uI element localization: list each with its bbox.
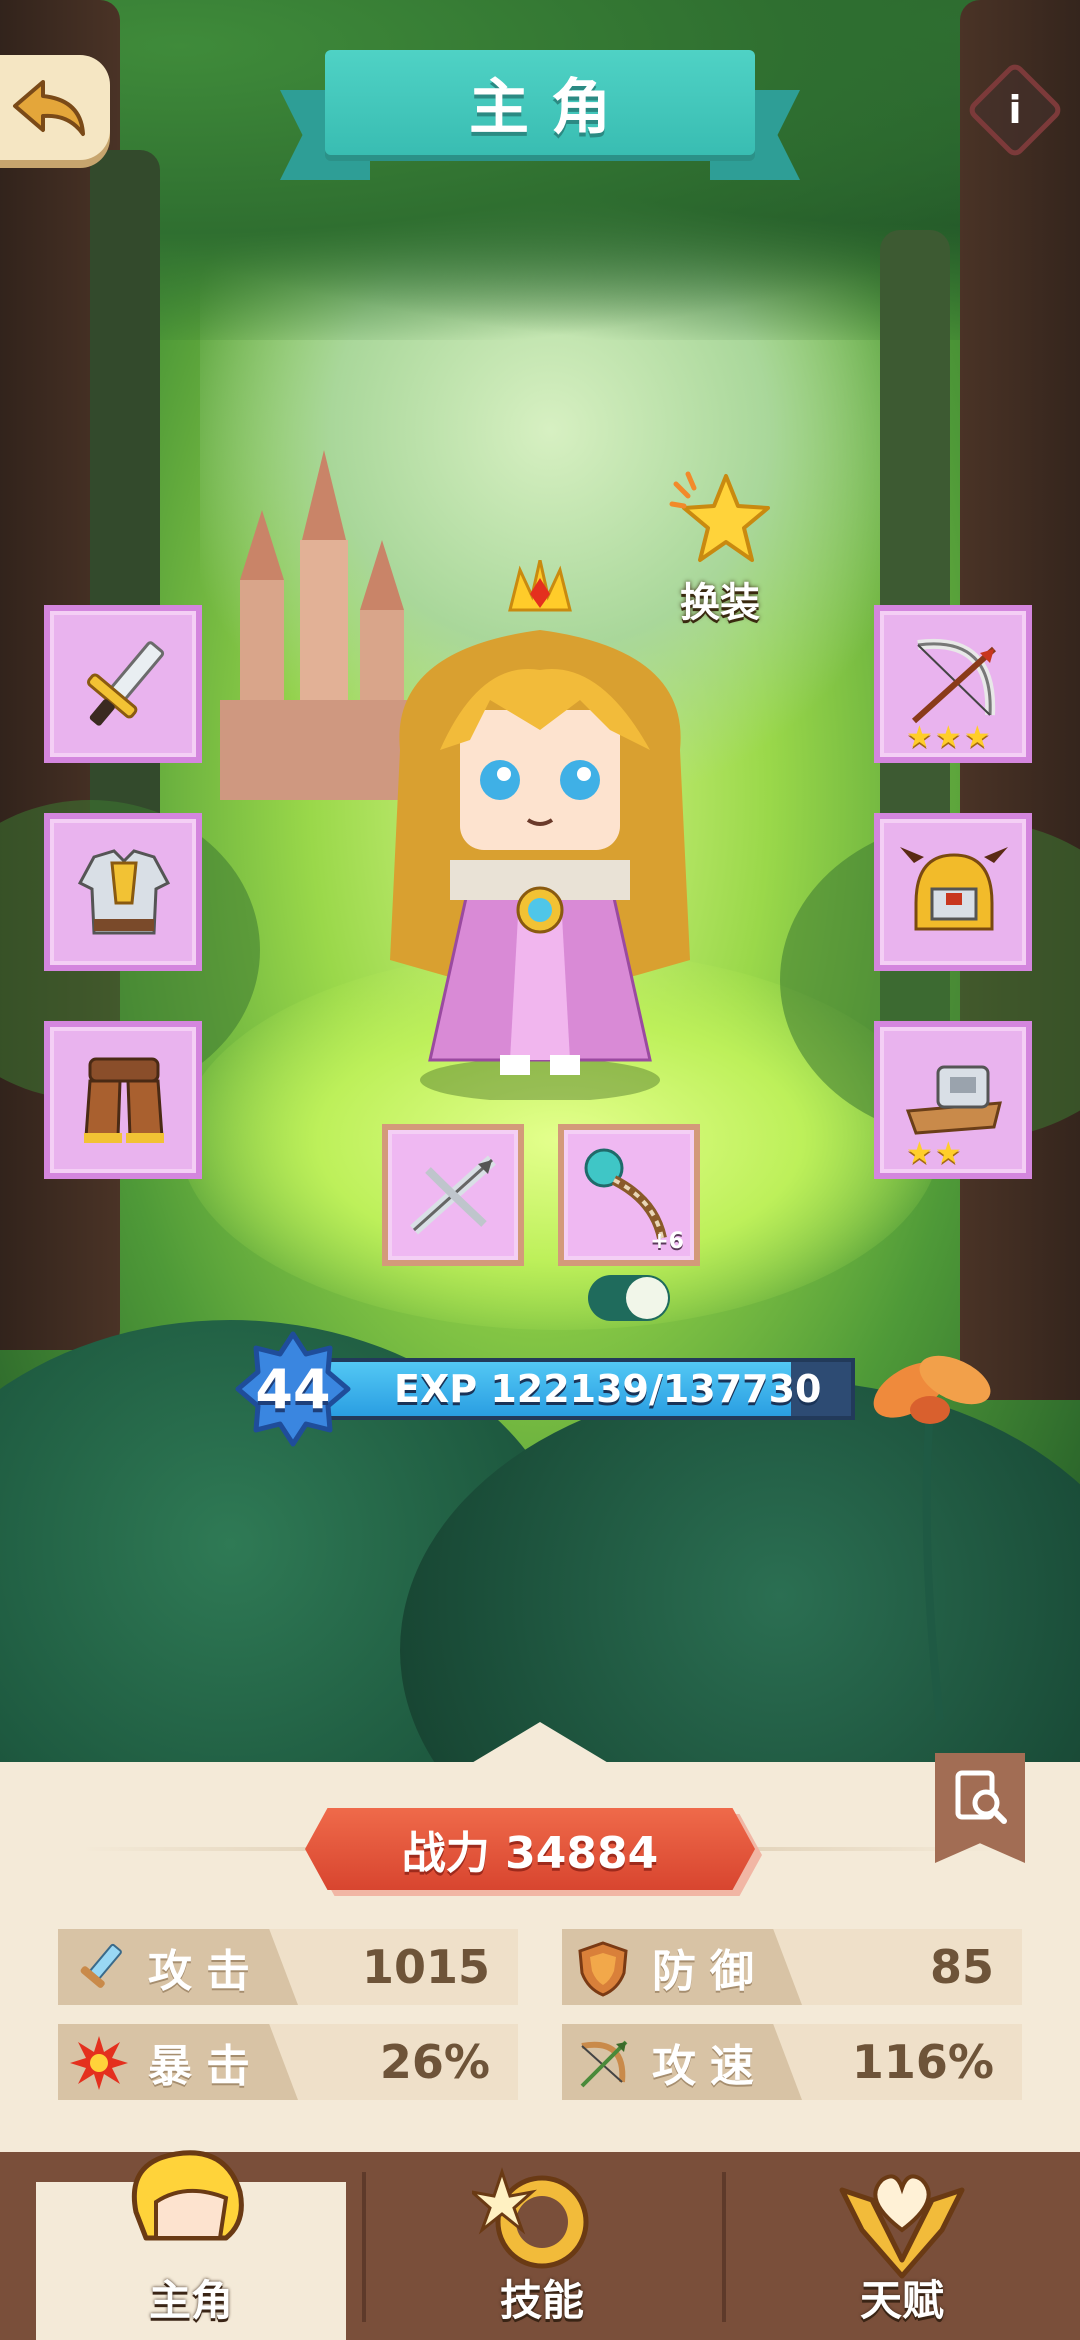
tab-label: 技能	[499, 2276, 584, 2325]
stat-name: 防御	[652, 1946, 768, 1997]
stat-defense: 防御 85	[562, 1929, 1022, 2005]
stat-critical: 暴击 26%	[58, 2024, 518, 2100]
bow-icon	[580, 2040, 628, 2088]
equip-slot-accessory[interactable]: ★ ★	[874, 1021, 1032, 1179]
tab-hero[interactable]: 主角	[36, 2150, 346, 2340]
stat-name: 暴击	[148, 2041, 264, 2092]
page-title: 主角	[469, 73, 633, 143]
stat-name: 攻击	[148, 1946, 264, 1997]
tab-label: 主角	[148, 2276, 233, 2325]
display-toggle[interactable]	[588, 1275, 670, 1321]
talent-icon	[839, 2174, 965, 2279]
hero-character	[390, 560, 690, 1100]
exp-text: EXP 122139/137730	[394, 1367, 822, 1411]
stat-name: 攻速	[652, 2041, 768, 2092]
bottom-nav: 主角 技能 天赋	[0, 2150, 1080, 2340]
stat-value: 85	[929, 1940, 994, 1994]
star-rating: ★ ★	[906, 1136, 962, 1171]
helmet-icon	[900, 847, 1008, 931]
back-arrow-icon	[13, 79, 85, 136]
combat-power: 战力 34884	[305, 1808, 755, 1890]
equip-slot-staff[interactable]: +6	[558, 1124, 700, 1266]
tab-skills[interactable]: 技能	[362, 2152, 722, 2340]
sword-icon	[87, 641, 165, 726]
equip-slot-helmet[interactable]	[874, 813, 1032, 971]
tab-label: 天赋	[859, 2276, 944, 2325]
stat-value: 26%	[379, 2035, 490, 2089]
stat-value: 1015	[361, 1940, 490, 1994]
boots-icon	[84, 1057, 164, 1143]
level-value: 44	[255, 1357, 331, 1421]
star-icon	[669, 471, 770, 562]
skill-icon	[472, 2167, 589, 2269]
magnify-document-icon	[955, 1770, 1007, 1824]
info-icon: i	[1008, 88, 1022, 132]
star-rating: ★ ★ ★	[906, 720, 991, 755]
stat-attack-speed: 攻速 116%	[562, 2024, 1022, 2100]
toggle-knob	[626, 1277, 668, 1319]
shield-icon	[578, 1941, 628, 1997]
tab-talent[interactable]: 天赋	[722, 2152, 1080, 2340]
flower-decoration	[873, 1355, 991, 1720]
stat-attack: 攻击 1015	[58, 1929, 518, 2005]
enhance-level: +6	[650, 1229, 684, 1254]
hero-icon	[131, 2150, 244, 2241]
equip-slot-secondary[interactable]	[382, 1124, 524, 1266]
stat-value: 116%	[851, 2035, 994, 2089]
equip-slot-armor[interactable]	[44, 813, 202, 971]
sword-icon	[80, 1943, 122, 1988]
title-ribbon: 主角	[280, 50, 800, 180]
burst-icon	[70, 2036, 128, 2090]
equip-slot-weapon[interactable]	[44, 605, 202, 763]
equip-slot-bow[interactable]: ★ ★ ★	[874, 605, 1032, 763]
exp-bar: EXP 122139/137730	[320, 1358, 855, 1420]
crossbow-icon	[409, 1155, 497, 1235]
level-badge: 44	[234, 1330, 352, 1448]
equip-slot-pants[interactable]	[44, 1021, 202, 1179]
armor-icon	[77, 849, 171, 935]
back-button[interactable]	[0, 55, 110, 160]
